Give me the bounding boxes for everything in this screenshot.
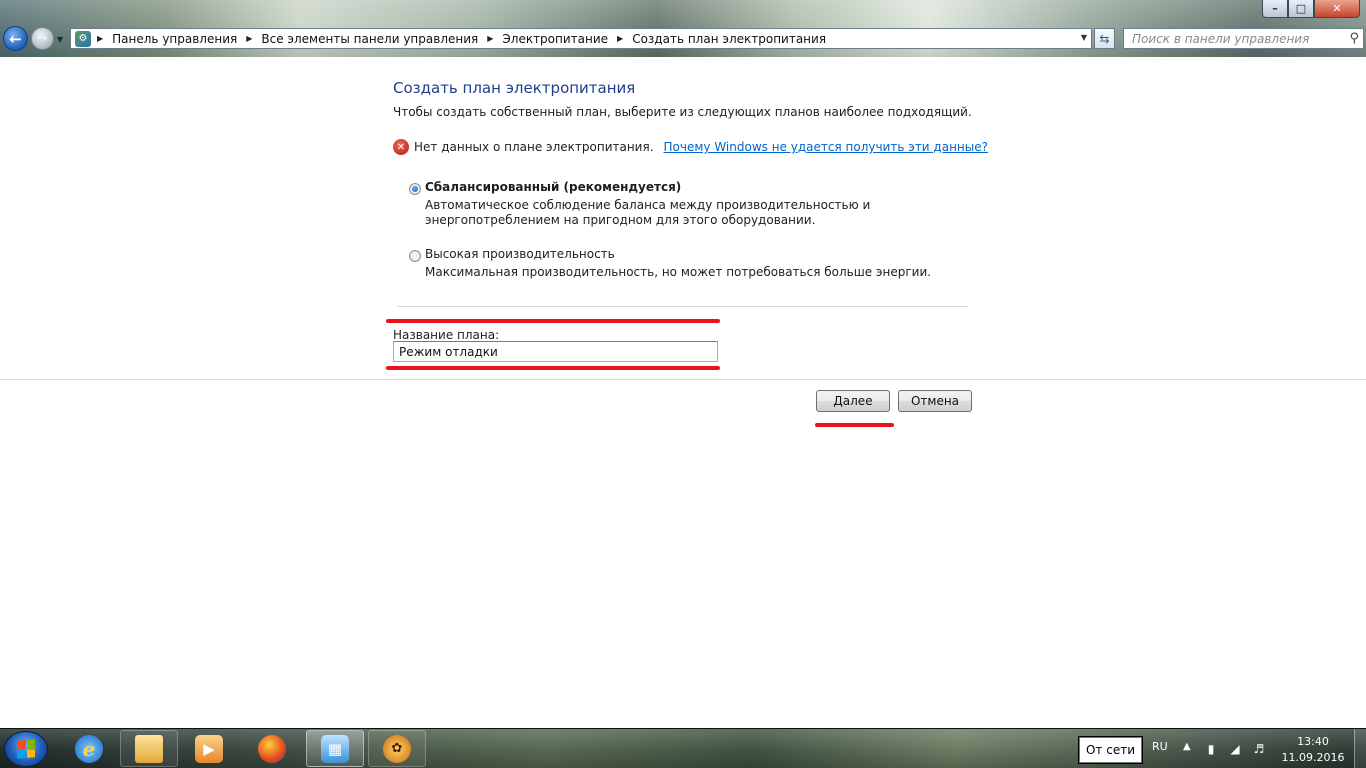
taskbar: e ▶ ▦ ✿ От сети RU ▲ ▮ ◢ ♬ 13:40 11.09.2… [0, 728, 1366, 768]
plan-name-input[interactable] [393, 341, 718, 362]
taskbar-control-panel[interactable]: ▦ [306, 730, 364, 767]
plan-label-balanced[interactable]: Сбалансированный (рекомендуется) [425, 180, 965, 194]
taskbar-explorer[interactable] [120, 730, 178, 767]
chevron-right-icon[interactable]: ▶ [97, 34, 103, 43]
chevron-right-icon[interactable]: ▶ [246, 34, 252, 43]
footer-divider [0, 379, 1366, 380]
search-icon[interactable]: ⚲ [1349, 31, 1359, 46]
taskbar-firefox[interactable] [243, 730, 301, 767]
volume-icon[interactable]: ♬ [1252, 742, 1266, 756]
radio-high-performance[interactable] [409, 250, 421, 262]
control-panel-icon: ▦ [321, 734, 349, 763]
breadcrumb-all-items[interactable]: Все элементы панели управления [261, 32, 478, 46]
show-hidden-icons-button[interactable]: ▲ [1183, 741, 1191, 752]
taskbar-media-player[interactable]: ▶ [180, 730, 238, 767]
power-tooltip: От сети [1078, 736, 1143, 764]
address-bar[interactable]: ⚙ ▶ Панель управления ▶ Все элементы пан… [70, 28, 1092, 49]
language-indicator[interactable]: RU [1152, 740, 1168, 753]
clock-date: 11.09.2016 [1281, 751, 1345, 764]
window-controls: – □ ✕ [1262, 0, 1360, 18]
annotation-underline [386, 319, 720, 323]
breadcrumb-control-panel[interactable]: Панель управления [112, 32, 237, 46]
error-icon: ✕ [393, 139, 409, 155]
control-panel-icon: ⚙ [75, 30, 91, 47]
clock[interactable]: 13:40 11.09.2016 [1278, 734, 1348, 766]
start-button[interactable] [4, 731, 48, 767]
plan-option-balanced[interactable]: Сбалансированный (рекомендуется) Автомат… [409, 180, 965, 228]
arrow-right-icon: → [37, 31, 48, 46]
error-text: Нет данных о плане электропитания. [414, 140, 654, 154]
forward-button[interactable]: → [31, 27, 54, 50]
back-button[interactable]: ← [3, 26, 28, 51]
show-desktop-button[interactable] [1354, 729, 1366, 768]
folder-icon [135, 734, 163, 763]
refresh-icon: ⇆ [1099, 31, 1110, 46]
annotation-underline [815, 423, 894, 427]
internet-explorer-icon: e [75, 734, 103, 763]
xnview-icon: ✿ [383, 734, 411, 763]
media-player-icon: ▶ [195, 734, 223, 763]
error-message: ✕ Нет данных о плане электропитания. Поч… [393, 139, 988, 155]
battery-icon[interactable]: ▮ [1204, 742, 1218, 756]
breadcrumb: ▶ Панель управления ▶ Все элементы панел… [97, 32, 835, 46]
recent-pages-dropdown[interactable]: ▼ [57, 35, 63, 44]
clock-time: 13:40 [1297, 735, 1329, 748]
plan-label-high-performance[interactable]: Высокая производительность [425, 247, 965, 261]
close-button[interactable]: ✕ [1314, 0, 1360, 18]
chevron-right-icon[interactable]: ▶ [617, 34, 623, 43]
firefox-icon [258, 734, 286, 763]
breadcrumb-create-plan[interactable]: Создать план электропитания [632, 32, 826, 46]
cancel-button[interactable]: Отмена [898, 390, 972, 412]
plan-desc-balanced: Автоматическое соблюдение баланса между … [425, 198, 871, 227]
search-input[interactable] [1132, 31, 1342, 46]
page-title: Создать план электропитания [393, 79, 636, 97]
breadcrumb-power-options[interactable]: Электропитание [502, 32, 608, 46]
plan-option-high-performance[interactable]: Высокая производительность Максимальная … [409, 247, 965, 280]
chevron-right-icon[interactable]: ▶ [487, 34, 493, 43]
divider [397, 306, 968, 307]
radio-balanced[interactable] [409, 183, 421, 195]
intro-text: Чтобы создать собственный план, выберите… [393, 105, 972, 119]
error-help-link[interactable]: Почему Windows не удается получить эти д… [664, 140, 988, 154]
annotation-underline [386, 366, 720, 370]
windows-logo-icon [17, 739, 35, 759]
refresh-button[interactable]: ⇆ [1094, 28, 1115, 49]
plan-name-label: Название плана: [393, 328, 500, 342]
taskbar-xnview[interactable]: ✿ [368, 730, 426, 767]
next-button[interactable]: Далее [816, 390, 890, 412]
address-dropdown-icon[interactable]: ▼ [1081, 33, 1087, 42]
network-signal-icon[interactable]: ◢ [1228, 742, 1242, 756]
main-content: Создать план электропитания Чтобы создат… [0, 57, 1366, 728]
minimize-button[interactable]: – [1262, 0, 1288, 18]
taskbar-internet-explorer[interactable]: e [60, 730, 118, 767]
maximize-button[interactable]: □ [1288, 0, 1314, 18]
arrow-left-icon: ← [9, 29, 22, 48]
search-box[interactable]: ⚲ [1123, 28, 1364, 49]
plan-desc-high-performance: Максимальная производительность, но може… [425, 265, 932, 279]
